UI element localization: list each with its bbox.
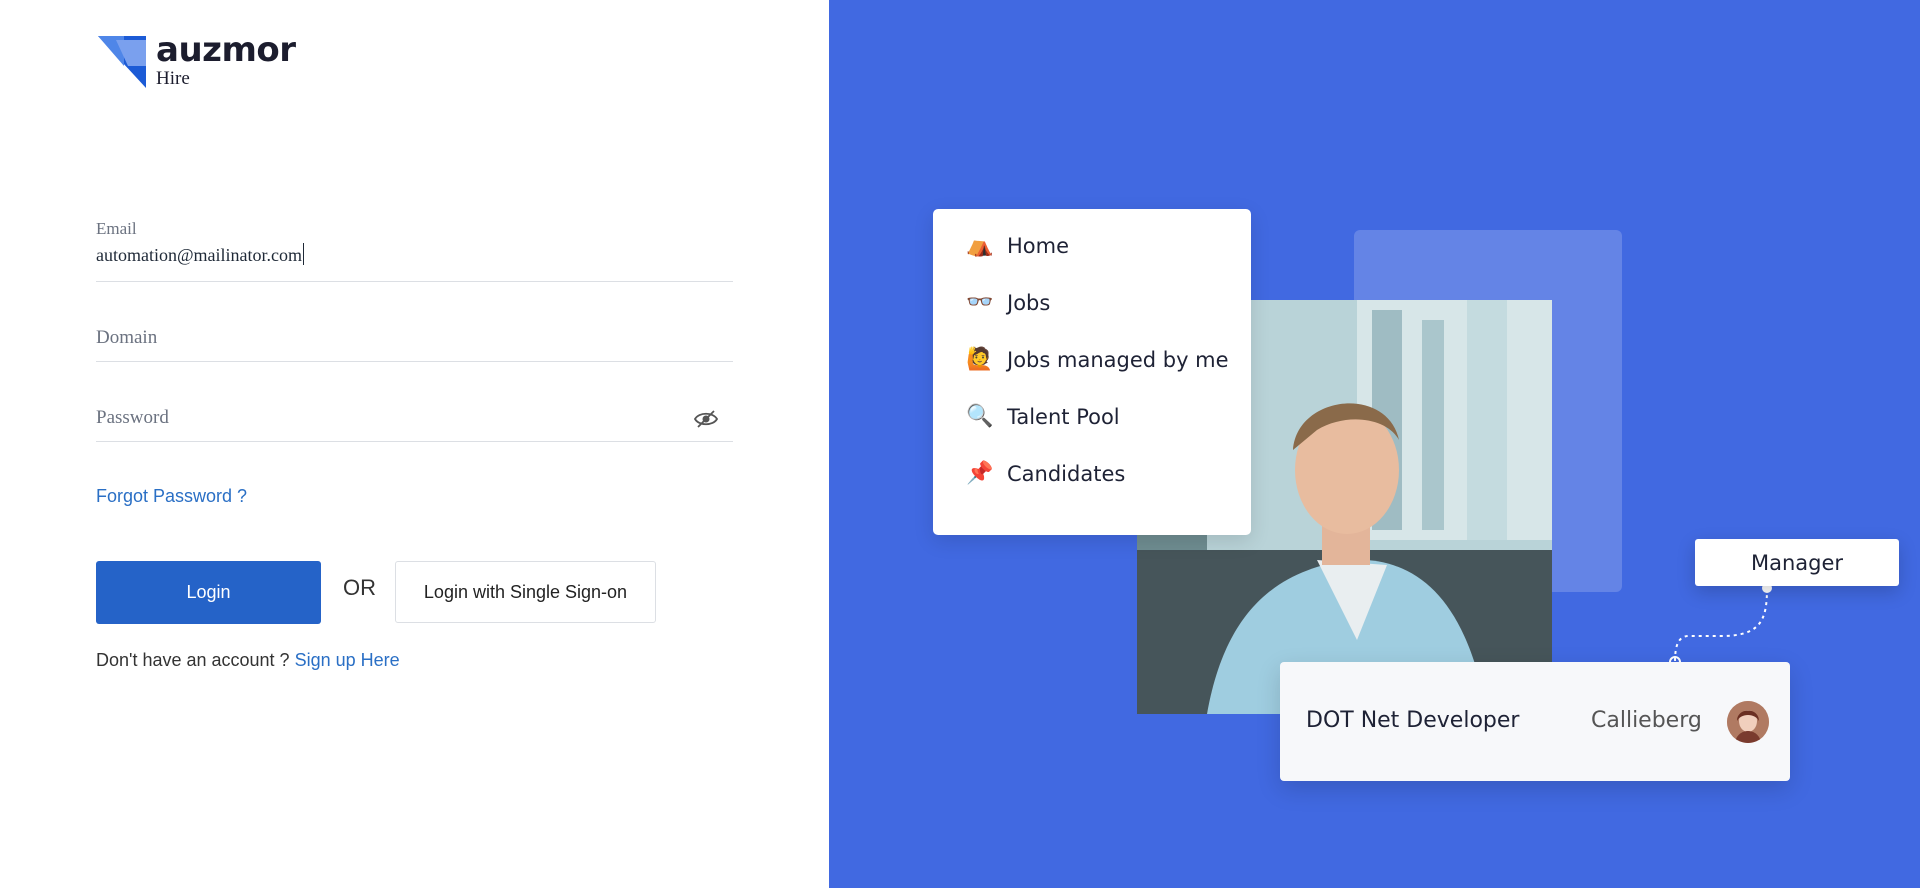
menu-item-jobs: 👓 Jobs xyxy=(965,290,1050,315)
avatar xyxy=(1727,701,1769,743)
signup-link[interactable]: Sign up Here xyxy=(295,650,400,670)
email-label: Email xyxy=(96,219,137,238)
menu-item-label: Jobs managed by me xyxy=(1007,347,1229,372)
signup-prompt: Don't have an account ? Sign up Here xyxy=(96,650,400,671)
person-raising-hand-icon: 🙋 xyxy=(966,347,994,372)
login-button[interactable]: Login xyxy=(96,561,321,624)
signup-prompt-text: Don't have an account ? xyxy=(96,650,295,670)
domain-field[interactable]: Domain xyxy=(96,327,733,362)
navigation-menu-card: ⛺ Home 👓 Jobs 🙋 Jobs managed by me 🔍 Tal… xyxy=(933,209,1251,535)
menu-item-label: Jobs xyxy=(1007,290,1051,315)
login-panel: auzmor Hire Email automation@mailinator.… xyxy=(0,0,829,888)
toggle-password-visibility-icon[interactable] xyxy=(693,409,719,429)
forgot-password-link[interactable]: Forgot Password ? xyxy=(96,486,247,507)
menu-item-label: Talent Pool xyxy=(1007,404,1120,429)
magnifier-icon: 🔍 xyxy=(966,404,994,429)
brand-name: auzmor xyxy=(156,30,296,70)
auzmor-logo-icon xyxy=(98,36,146,88)
menu-item-home: ⛺ Home xyxy=(965,233,1069,258)
text-caret xyxy=(303,243,305,265)
manager-tag: Manager xyxy=(1695,539,1899,586)
password-placeholder: Password xyxy=(96,407,169,428)
sso-login-button[interactable]: Login with Single Sign-on xyxy=(395,561,656,623)
menu-item-talent-pool: 🔍 Talent Pool xyxy=(965,404,1120,429)
menu-item-jobs-managed: 🙋 Jobs managed by me xyxy=(965,347,1229,372)
password-field[interactable]: Password xyxy=(96,407,733,442)
glasses-icon: 👓 xyxy=(966,290,994,315)
job-person-name: Callieberg xyxy=(1591,708,1702,733)
email-value: automation@mailinator.com xyxy=(96,245,303,265)
menu-item-label: Candidates xyxy=(1007,461,1126,486)
domain-placeholder: Domain xyxy=(96,327,158,348)
menu-item-candidates: 📌 Candidates xyxy=(965,461,1125,486)
email-field[interactable]: Email automation@mailinator.com xyxy=(96,219,733,282)
job-card: DOT Net Developer Callieberg xyxy=(1280,662,1790,781)
or-separator: OR xyxy=(343,575,376,600)
pushpin-icon: 📌 xyxy=(966,461,994,486)
tent-icon: ⛺ xyxy=(966,233,994,258)
brand-product: Hire xyxy=(156,68,190,89)
menu-item-label: Home xyxy=(1007,233,1070,258)
illustration-panel: ⛺ Home 👓 Jobs 🙋 Jobs managed by me 🔍 Tal… xyxy=(829,0,1920,888)
job-title: DOT Net Developer xyxy=(1306,708,1520,733)
brand-logo: auzmor Hire xyxy=(98,30,298,94)
